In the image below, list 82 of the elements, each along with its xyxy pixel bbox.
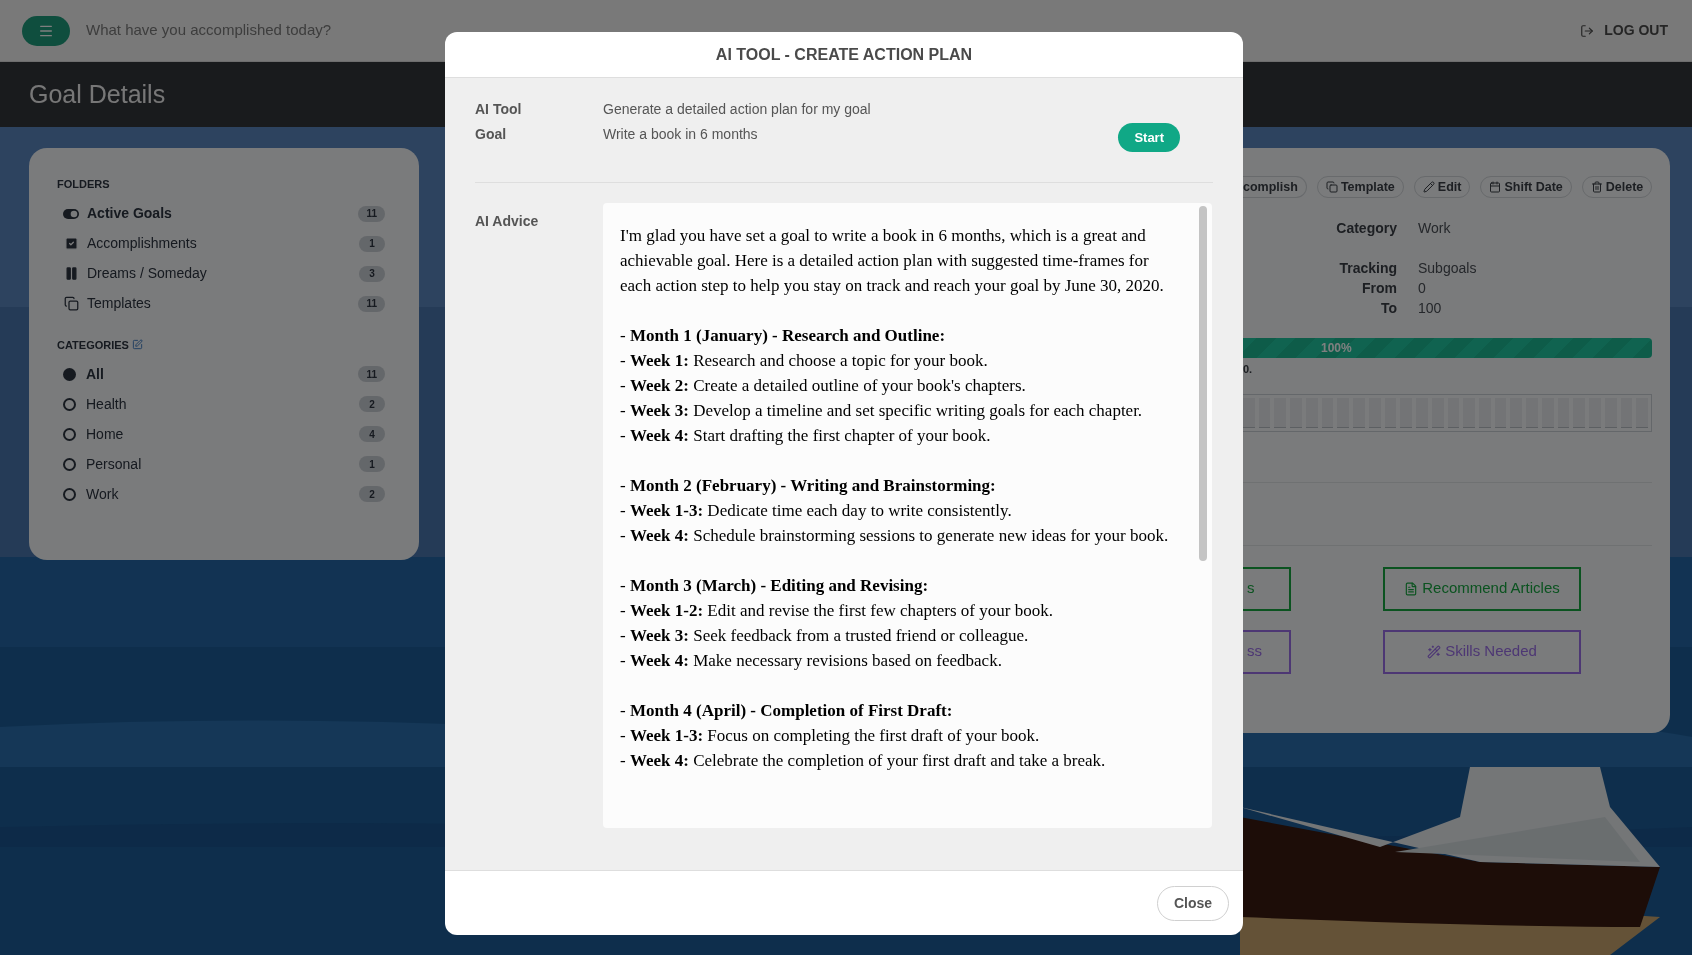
outline-button[interactable]: Skills Needed [1383, 629, 1581, 674]
category-item[interactable]: Health 2 [57, 389, 385, 419]
count-badge: 1 [359, 235, 385, 252]
outline-button[interactable]: Recommend Articles [1383, 566, 1581, 611]
field-label: AI Advice [475, 212, 540, 231]
field-label: Goal [475, 125, 508, 143]
count-badge: 2 [359, 396, 385, 412]
count-badge: 4 [359, 426, 385, 442]
detail-value: 0 [1418, 279, 1426, 298]
category-item[interactable]: Work 2 [57, 479, 385, 509]
advice-line: - Week 3: Seek feedback from a trusted friend or colleague. [620, 625, 1030, 647]
wand-icon [1427, 644, 1442, 659]
trash-icon [1590, 181, 1603, 193]
detail-label: From [1361, 279, 1397, 298]
menu-button[interactable] [22, 15, 70, 46]
scrollbar[interactable] [1199, 206, 1207, 561]
detail-label: Category [1335, 219, 1397, 238]
category-label: Personal [86, 454, 142, 474]
page-title: Goal Details [29, 78, 166, 110]
advice-line: - Week 1-3: Focus on completing the first draft of your book. [620, 725, 1041, 747]
advice-line: - Week 1-3: Dedicate time each day to write consistently. [620, 500, 1013, 522]
advice-line: - Month 4 (April) - Completion of First Draft: [620, 700, 954, 722]
copy-icon [1325, 181, 1338, 193]
logout-icon [1580, 23, 1595, 38]
close-button[interactable]: Close [1156, 885, 1229, 921]
folder-item[interactable]: Active Goals 11 [57, 198, 385, 229]
advice-line: - Week 4: Schedule brainstorming sessions to generate new ideas for your book. [620, 525, 1170, 547]
folder-label: Dreams / Someday [87, 264, 207, 283]
advice-line: - Week 2: Create a detailed outline of your book's chapters. [620, 375, 1027, 397]
category-label: Health [86, 394, 127, 414]
category-label: All [86, 364, 104, 384]
advice-line: - Month 3 (March) - Editing and Revising: [620, 575, 930, 597]
edit-icon[interactable] [131, 339, 143, 351]
detail-label: To [1379, 299, 1397, 318]
folder-label: Active Goals [87, 204, 172, 223]
count-badge: 11 [358, 366, 385, 382]
toggle-icon [63, 208, 79, 219]
category-label: Work [86, 484, 119, 504]
folder-label: Templates [87, 294, 151, 313]
detail-label: Tracking [1338, 259, 1397, 278]
category-item[interactable]: Home 4 [57, 419, 385, 449]
detail-value: Work [1418, 219, 1451, 238]
count-badge: 3 [359, 265, 385, 282]
copy-icon [63, 296, 79, 311]
folder-label: Accomplishments [87, 234, 197, 253]
pause-icon [63, 266, 79, 281]
logout-button[interactable]: LOG OUT [1580, 20, 1668, 41]
progress-reading: 100% [1321, 340, 1352, 357]
field-label: AI Tool [475, 100, 523, 118]
field-value: Write a book in 6 months [603, 125, 758, 143]
advice-line: - Week 4: Celebrate the completion of your first draft and take a break. [620, 750, 1107, 772]
section-heading: CATEGORIES [57, 337, 129, 353]
advice-line: I'm glad you have set a goal to write a book in 6 months, which is a great and achievable goal. Here is a detailed action plan with suggested time-frames for each action step to help you stay on track and reach your goal by June 30, 2020. [620, 225, 1165, 297]
advice-line: - Week 4: Make necessary revisions based on feedback. [620, 650, 1003, 672]
count-badge: 1 [359, 456, 385, 472]
count-badge: 11 [358, 205, 385, 222]
checkbox-icon [63, 236, 79, 251]
detail-value: 100 [1418, 299, 1442, 318]
category-item[interactable]: All 11 [57, 359, 385, 389]
advice-line: - Week 3: Develop a timeline and set specific writing goals for each chapter. [620, 400, 1144, 422]
advice-line: - Week 1: Research and choose a topic for your book. [620, 350, 989, 372]
category-label: Home [86, 424, 124, 444]
category-item[interactable]: Personal 1 [57, 449, 385, 479]
progress-note: 0. [1243, 362, 1254, 377]
detail-value: Subgoals [1418, 259, 1477, 278]
file-icon [1404, 581, 1419, 596]
pencil-icon [1422, 181, 1435, 193]
advice-line: - Week 1-2: Edit and revise the first few chapters of your book. [620, 600, 1054, 622]
folder-item[interactable]: Dreams / Someday 3 [57, 258, 385, 289]
folder-item[interactable]: Templates 11 [57, 288, 385, 319]
advice-line: - Week 4: Start drafting the first chapter of your book. [620, 425, 992, 447]
advice-line: - Month 2 (February) - Writing and Brainstorming: [620, 475, 997, 497]
accomplishment-field[interactable]: What have you accomplished today? [86, 19, 486, 42]
advice-line: - Month 1 (January) - Research and Outline: [620, 325, 947, 347]
field-value: Generate a detailed action plan for my goal [603, 100, 871, 118]
start-button[interactable]: Start [1118, 123, 1180, 152]
calendar-icon [1489, 181, 1502, 193]
count-badge: 2 [359, 486, 385, 502]
modal-title: AI TOOL - CREATE ACTION PLAN [715, 44, 973, 65]
count-badge: 11 [358, 295, 385, 312]
folder-item[interactable]: Accomplishments 1 [57, 228, 385, 259]
section-heading: FOLDERS [57, 177, 111, 192]
